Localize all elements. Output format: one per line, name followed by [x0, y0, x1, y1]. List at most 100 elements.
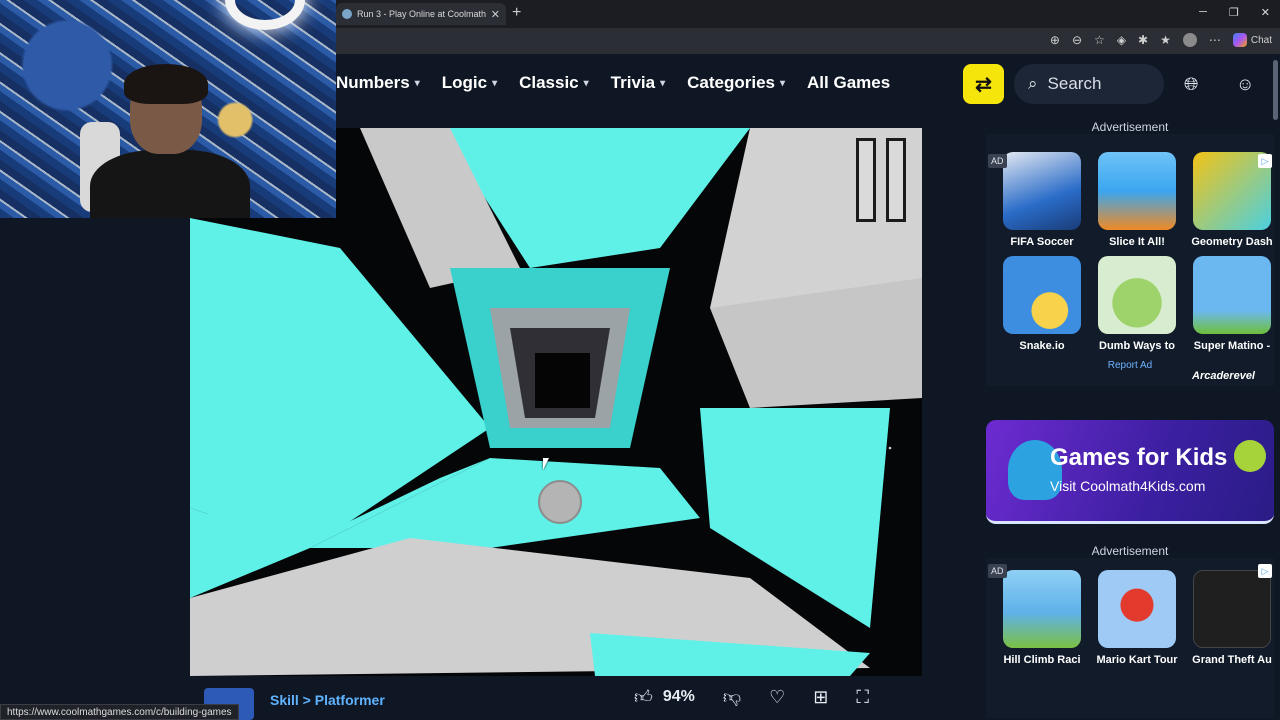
game-thumb: [1098, 570, 1176, 648]
nav-item-categories[interactable]: Categories ▾: [687, 73, 785, 93]
chevron-down-icon: ▾: [660, 77, 666, 89]
pause-bar: [856, 138, 876, 222]
ad-game-tile[interactable]: Slice It All!: [1098, 152, 1176, 248]
maximize-icon[interactable]: ❐: [1229, 6, 1239, 19]
ring-light: [225, 0, 305, 30]
shuffle-icon: ⇄: [975, 73, 992, 96]
copilot-chat-button[interactable]: Chat: [1232, 33, 1272, 47]
chat-label: Chat: [1250, 34, 1272, 46]
close-tab-icon[interactable]: ✕: [491, 8, 500, 21]
rating-percent: 94%: [662, 688, 695, 705]
pause-button[interactable]: [856, 138, 906, 222]
ad-game-name: Dumb Ways to: [1099, 340, 1175, 352]
search-button[interactable]: ⌕ Search: [1014, 64, 1164, 104]
browser-tab[interactable]: Run 3 - Play Online at Coolmath Games ✕: [336, 3, 506, 25]
scrollbar[interactable]: [1273, 60, 1278, 120]
streamer-hair: [124, 64, 208, 104]
heart-icon[interactable]: ♡: [769, 687, 785, 708]
more-menu-icon[interactable]: ⋯: [1209, 33, 1221, 47]
extensions-icon[interactable]: ◈: [1117, 33, 1126, 47]
advertisement-label: Advertisement: [1091, 120, 1169, 134]
ad-game-tile[interactable]: Dumb Ways to: [1098, 256, 1176, 352]
ad-game-name: Snake.io: [1019, 340, 1065, 352]
left-gutter: [0, 218, 190, 720]
webcam-overlay: [0, 0, 336, 218]
minimize-icon[interactable]: ─: [1199, 6, 1207, 19]
status-url: https://www.coolmathgames.com/c/building…: [0, 704, 239, 720]
ad-game-name: Mario Kart Tour: [1096, 654, 1178, 666]
ad-game-tile[interactable]: FIFA Soccer: [1003, 152, 1081, 248]
thumbs-up-icon: 👍︎: [634, 687, 653, 707]
games-for-kids-banner[interactable]: Games for Kids Visit Coolmath4Kids.com: [986, 420, 1274, 524]
bug-mascot: [1234, 440, 1266, 472]
zoom-icon[interactable]: ⊕: [1050, 33, 1060, 47]
reader-icon[interactable]: ⊖: [1072, 33, 1082, 47]
kids-banner-title: Games for Kids: [1050, 444, 1228, 471]
fullscreen-icon[interactable]: ⛶: [856, 687, 869, 708]
ad-block-bottom-box: AD ▷ Hill Climb Raci Mario Kart Tour Gra…: [986, 558, 1274, 718]
search-label: Search: [1047, 74, 1102, 93]
adchoices-icon[interactable]: ▷: [1258, 564, 1272, 578]
copilot-icon: [1232, 33, 1247, 47]
chevron-down-icon: ▾: [780, 77, 786, 89]
adchoices-icon[interactable]: ▷: [1258, 154, 1272, 168]
ad-game-tile[interactable]: Grand Theft Au: [1192, 570, 1272, 666]
new-tab-button[interactable]: +: [512, 4, 521, 22]
player-character: [538, 480, 582, 524]
ad-game-name: Grand Theft Au: [1192, 654, 1272, 666]
favorites-icon[interactable]: ★: [1160, 33, 1171, 47]
game-footer: Skill > Platformer 👍︎ 94% 👎︎ ♡ ⊞ ⛶: [190, 676, 922, 720]
window-controls: ─ ❐ ✕: [1199, 6, 1270, 19]
game-thumb: [1003, 152, 1081, 230]
ad-tag: AD: [988, 564, 1007, 578]
nav-item-all-games[interactable]: All Games: [807, 73, 890, 93]
nav-item-trivia[interactable]: Trivia ▾: [611, 73, 665, 93]
nav-item-label: Numbers: [336, 73, 410, 92]
category-breadcrumb[interactable]: Skill > Platformer: [270, 692, 385, 708]
nav-item-classic[interactable]: Classic ▾: [519, 73, 589, 93]
gamepad-icon[interactable]: ⊞: [813, 687, 828, 708]
ad-game-name: Super Matino -: [1193, 340, 1271, 352]
ad-game-name: FIFA Soccer: [1010, 236, 1074, 248]
chevron-down-icon: ▾: [492, 77, 498, 89]
globe-icon[interactable]: 🌐︎: [1184, 74, 1198, 95]
nav-item-label: Logic: [441, 73, 488, 92]
chevron-down-icon: ▾: [583, 77, 589, 89]
ad-game-name: Slice It All!: [1109, 236, 1165, 248]
ad-game-tile[interactable]: Snake.io: [1003, 256, 1081, 352]
tab-title: Run 3 - Play Online at Coolmath Games: [357, 9, 486, 19]
ad-game-tile[interactable]: Hill Climb Raci: [1003, 570, 1081, 666]
game-thumb: [1098, 256, 1176, 334]
ad-game-tile[interactable]: Mario Kart Tour: [1096, 570, 1178, 666]
favicon-icon: [342, 9, 352, 19]
ad-tag: AD: [988, 154, 1007, 168]
nav-item-label: Categories: [687, 73, 775, 92]
ad-game-grid: FIFA Soccer Slice It All! Geometry Dash …: [1003, 134, 1274, 352]
advertisement-label: Advertisement: [1091, 544, 1169, 558]
nav-item-logic[interactable]: Logic ▾: [442, 73, 497, 93]
arcaderevel-watermark: Arcaderevel: [1192, 370, 1255, 382]
pause-bar: [886, 138, 906, 222]
kids-banner-subtitle: Visit Coolmath4Kids.com: [1050, 478, 1206, 494]
mouse-cursor-icon: [543, 458, 549, 470]
shuffle-button[interactable]: ⇄: [963, 64, 1004, 104]
ad-game-name: Hill Climb Raci: [1003, 654, 1081, 666]
nav-item-label: All Games: [807, 73, 891, 92]
ad-game-grid: Hill Climb Raci Mario Kart Tour Grand Th…: [1003, 558, 1274, 666]
nav-item-numbers[interactable]: Numbers ▾: [336, 73, 420, 93]
favorite-star-icon[interactable]: ☆: [1094, 33, 1105, 47]
ad-game-tile[interactable]: Super Matino -: [1193, 256, 1271, 352]
ad-block-top: AD ▷ FIFA Soccer Slice It All! Geometry …: [986, 134, 1274, 386]
thumbs-down-icon[interactable]: 👎︎: [723, 686, 741, 708]
rate-up-group[interactable]: 👍︎ 94%: [634, 686, 695, 708]
profile-avatar[interactable]: [1182, 33, 1197, 47]
close-window-icon[interactable]: ✕: [1261, 6, 1270, 19]
user-icon[interactable]: ☺: [1236, 74, 1254, 95]
game-thumb: [1003, 256, 1081, 334]
streamer-figure: [80, 64, 250, 218]
nav-item-label: Trivia: [610, 73, 656, 92]
tracking-icon[interactable]: ✱: [1138, 33, 1148, 47]
nav-item-label: Classic: [519, 73, 579, 92]
nav-menu: Numbers ▾ Logic ▾ Classic ▾ Trivia ▾ Categor…: [336, 73, 890, 93]
game-thumb: [1193, 570, 1271, 648]
